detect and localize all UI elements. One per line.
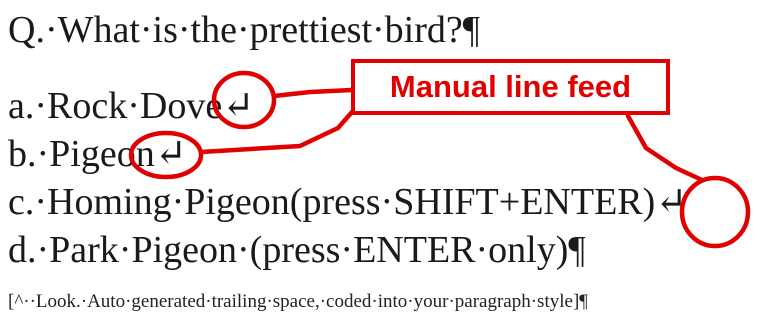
highlight-circle-homing-pigeon	[679, 175, 751, 249]
trailing-space-note: [^··Look.·Auto·generated·trailing·space,…	[8, 291, 588, 312]
option-a-line: a.·Rock·Dove↵	[8, 85, 255, 127]
option-b-line: b.·Pigeon↵	[8, 133, 187, 175]
connector-rock-dove	[271, 87, 355, 99]
option-c-line: c.·Homing·Pigeon(press·SHIFT+ENTER)↵	[8, 181, 688, 223]
connector-homing-pigeon	[625, 113, 705, 183]
question-line: Q.·What·is·the·prettiest·bird?¶	[8, 9, 480, 51]
manual-line-feed-callout: Manual line feed	[351, 59, 670, 115]
option-d-line: d.·Park·Pigeon·(press·ENTER·only)¶	[8, 229, 586, 271]
